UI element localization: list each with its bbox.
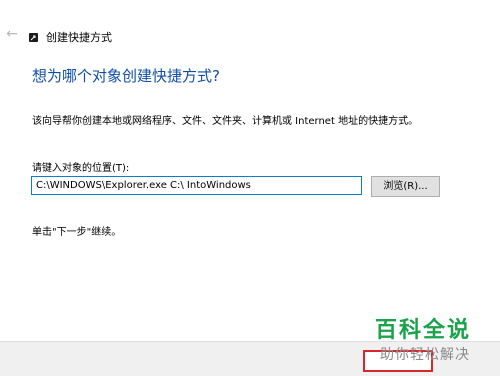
location-input[interactable] <box>31 176 362 195</box>
title-bar: ← 创建快捷方式 <box>0 0 500 45</box>
next-hint: 单击"下一步"继续。 <box>32 227 122 238</box>
browse-button[interactable]: 浏览(R)... <box>371 176 440 197</box>
location-label: 请键入对象的位置(T): <box>32 163 130 174</box>
page-heading: 想为哪个对象创建快捷方式? <box>32 67 220 85</box>
watermark-title: 百科全说 <box>375 318 472 343</box>
watermark: 百科全说 助你轻松解决 <box>372 312 490 372</box>
wizard-description: 该向导帮你创建本地或网络程序、文件、文件夹、计算机或 Internet 地址的快… <box>32 116 419 127</box>
back-arrow-icon[interactable]: ← <box>4 26 20 42</box>
window-title: 创建快捷方式 <box>46 31 112 44</box>
watermark-subtitle: 助你轻松解决 <box>380 347 470 363</box>
shortcut-icon <box>29 33 38 42</box>
